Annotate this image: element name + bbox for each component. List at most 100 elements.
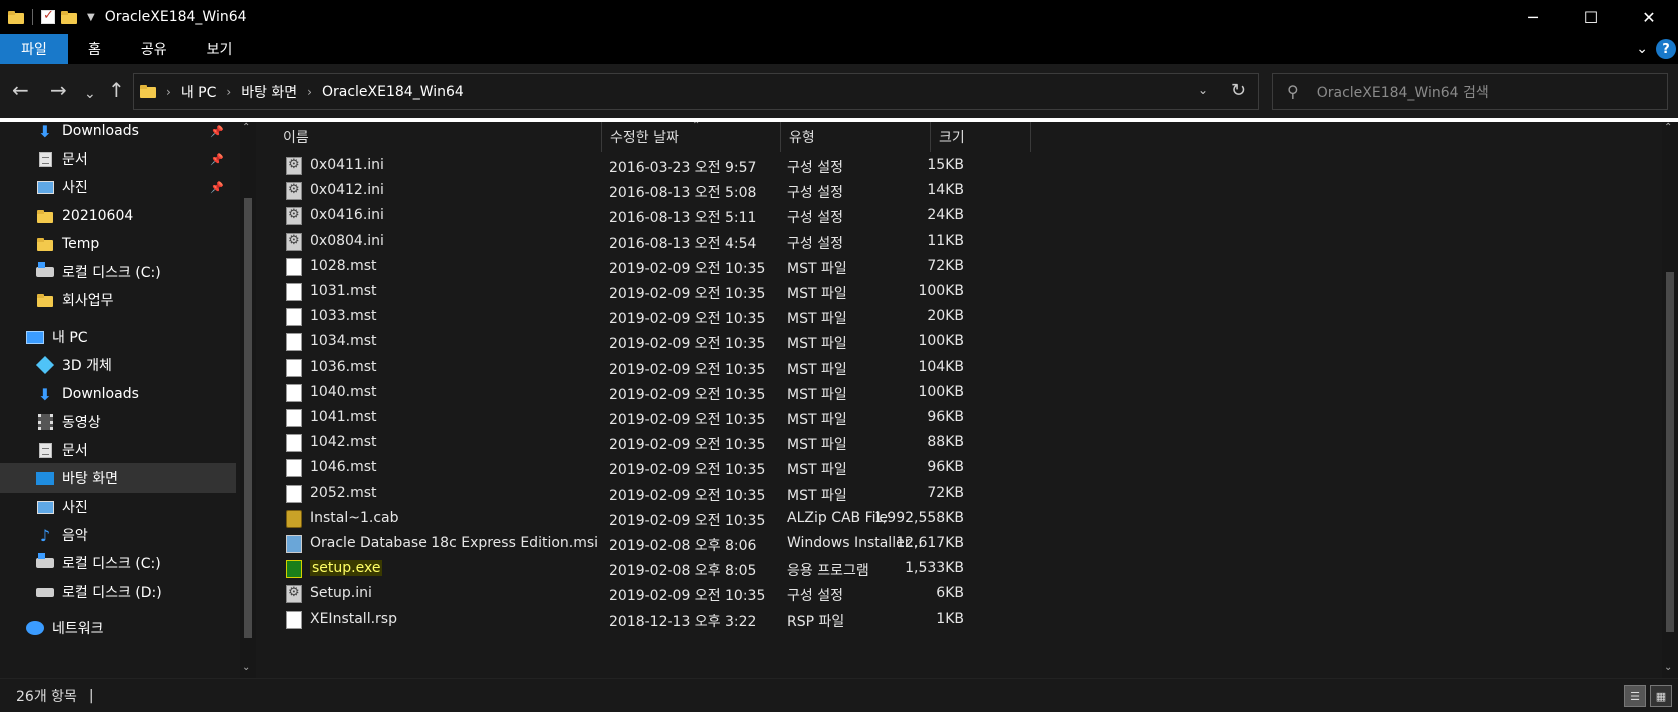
scroll-up-icon[interactable]: ⌃ [242, 122, 250, 133]
file-row[interactable]: 0x0416.ini 2016-08-13 오전 5:11 구성 설정 24KB [260, 203, 1662, 229]
nav-item-local-disk-c-quick[interactable]: 로컬 디스크 (C:) [0, 257, 236, 287]
file-row[interactable]: Setup.ini 2019-02-09 오전 10:35 구성 설정 6KB [260, 581, 1662, 607]
file-row[interactable]: 1028.mst 2019-02-09 오전 10:35 MST 파일 72KB [260, 254, 1662, 280]
file-row[interactable]: 1041.mst 2019-02-09 오전 10:35 MST 파일 96KB [260, 405, 1662, 431]
properties-icon[interactable] [41, 8, 55, 24]
nav-item-local-disk-d[interactable]: 로컬 디스크 (D:) [0, 577, 236, 607]
nav-item-label: Downloads [62, 123, 139, 139]
up-button[interactable]: ↑ [108, 80, 125, 100]
file-type: MST 파일 [787, 462, 847, 479]
file-date: 2019-02-09 오전 10:35 [609, 412, 766, 428]
file-name: Oracle Database 18c Express Edition.msi [310, 535, 599, 551]
column-header-date[interactable]: 수정한 날짜 [602, 122, 781, 152]
file-row[interactable]: 1042.mst 2019-02-09 오전 10:35 MST 파일 88KB [260, 430, 1662, 456]
music-icon: ♪ [39, 525, 51, 545]
file-row[interactable]: 1040.mst 2019-02-09 오전 10:35 MST 파일 100KB [260, 380, 1662, 406]
tab-file[interactable]: 파일 [0, 34, 68, 64]
chevron-down-icon[interactable]: ⌄ [1198, 83, 1208, 97]
tab-home[interactable]: 홈 [68, 34, 121, 64]
file-row[interactable]: 2052.mst 2019-02-09 오전 10:35 MST 파일 72KB [260, 481, 1662, 507]
large-icons-view-button[interactable]: ▦ [1650, 685, 1672, 707]
file-date: 2016-08-13 오전 5:11 [609, 210, 757, 227]
search-box[interactable]: ⚲ OracleXE184_Win64 검색 [1272, 73, 1668, 110]
nav-item-label: Downloads [62, 386, 139, 402]
close-button[interactable]: ✕ [1620, 0, 1678, 34]
chevron-right-icon[interactable]: › [166, 85, 171, 99]
file-row[interactable]: 1046.mst 2019-02-09 오전 10:35 MST 파일 96KB [260, 455, 1662, 481]
folder-icon [36, 292, 54, 308]
forward-button[interactable]: → [50, 80, 67, 100]
ini-file-icon [286, 232, 302, 251]
file-row[interactable]: Oracle Database 18c Express Edition.msi 2… [260, 531, 1662, 557]
file-row[interactable]: 1033.mst 2019-02-09 오전 10:35 MST 파일 20KB [260, 304, 1662, 330]
recent-locations-button[interactable]: ⌄ [84, 84, 96, 104]
file-row[interactable]: 0x0804.ini 2016-08-13 오전 4:54 구성 설정 11KB [260, 229, 1662, 255]
tab-view[interactable]: 보기 [187, 34, 253, 64]
window-title: OracleXE184_Win64 [104, 9, 247, 25]
pin-icon: 📌 [210, 152, 224, 166]
file-type: 구성 설정 [787, 160, 843, 176]
nav-item-network[interactable]: 네트워크 [0, 613, 236, 643]
file-row[interactable]: 0x0412.ini 2016-08-13 오전 5:08 구성 설정 14KB [260, 178, 1662, 204]
nav-item-pictures[interactable]: 사진 [0, 492, 236, 522]
minimize-button[interactable]: ─ [1504, 0, 1562, 34]
tab-share[interactable]: 공유 [121, 34, 187, 64]
help-icon[interactable]: ? [1656, 39, 1676, 59]
maximize-button[interactable]: ☐ [1562, 0, 1620, 34]
chevron-right-icon[interactable]: › [226, 85, 231, 99]
scroll-down-icon[interactable]: ⌄ [1664, 662, 1672, 673]
scrollbar-thumb[interactable] [244, 198, 252, 638]
back-button[interactable]: ← [12, 80, 29, 100]
nav-item-downloads[interactable]: ⬇ Downloads [0, 379, 236, 409]
nav-item-work[interactable]: 회사업무 [0, 285, 236, 315]
new-folder-icon[interactable] [61, 10, 77, 24]
breadcrumb-desktop[interactable]: 바탕 화면 [241, 82, 297, 102]
chevron-right-icon[interactable]: › [307, 85, 312, 99]
nav-item-20210604[interactable]: 20210604 [0, 201, 236, 231]
file-name: 1031.mst [310, 283, 377, 299]
file-date: 2019-02-09 오전 10:35 [609, 588, 766, 605]
breadcrumb-current-folder[interactable]: OracleXE184_Win64 [322, 84, 464, 100]
status-divider: | [88, 687, 94, 704]
file-row[interactable]: 1034.mst 2019-02-09 오전 10:35 MST 파일 100KB [260, 329, 1662, 355]
file-row[interactable]: 0x0411.ini 2016-03-23 오전 9:57 구성 설정 15KB [260, 153, 1662, 179]
file-date: 2019-02-08 오후 8:06 [609, 538, 757, 554]
file-row[interactable]: Instal~1.cab 2019-02-09 오전 10:35 ALZip CAB… [260, 506, 1662, 532]
nav-item-local-disk-c[interactable]: 로컬 디스크 (C:) [0, 548, 236, 578]
nav-item-videos[interactable]: 동영상 [0, 407, 236, 437]
nav-item-temp[interactable]: Temp [0, 229, 236, 259]
scroll-up-icon[interactable]: ⌃ [1664, 122, 1672, 133]
file-row[interactable]: 1036.mst 2019-02-09 오전 10:35 MST 파일 104KB [260, 355, 1662, 381]
nav-item-label: 내 PC [52, 330, 88, 346]
file-row[interactable]: setup.exe 2019-02-08 오후 8:05 응용 프로그램 1,533K… [260, 556, 1662, 582]
column-header-size[interactable]: 크기 [931, 122, 1031, 152]
search-input[interactable]: OracleXE184_Win64 검색 [1317, 82, 1489, 102]
nav-item-pictures-pinned[interactable]: 사진 📌 [0, 172, 236, 202]
breadcrumb-this-pc[interactable]: 내 PC [181, 82, 217, 102]
nav-item-3d-objects[interactable]: 3D 개체 [0, 350, 236, 380]
details-view-button[interactable]: ☰ [1624, 685, 1646, 707]
file-size: 100KB [918, 383, 964, 400]
nav-item-this-pc[interactable]: 내 PC [0, 322, 236, 352]
column-header-type[interactable]: 유형 [781, 122, 931, 152]
file-list-scrollbar[interactable]: ⌃ ⌄ [1662, 122, 1678, 678]
file-size: 100KB [918, 283, 964, 299]
nav-item-documents[interactable]: 문서 [0, 435, 236, 465]
address-bar[interactable]: › 내 PC › 바탕 화면 › OracleXE184_Win64 ⌄ ↻ [133, 73, 1259, 110]
column-header-name[interactable]: 이름 [275, 122, 602, 152]
nav-item-desktop[interactable]: 바탕 화면 [0, 463, 236, 493]
file-row[interactable]: 1031.mst 2019-02-09 오전 10:35 MST 파일 100KB [260, 279, 1662, 305]
scroll-down-icon[interactable]: ⌄ [242, 662, 250, 673]
nav-item-label: 문서 [62, 152, 88, 168]
nav-item-downloads-pinned[interactable]: ⬇ Downloads 📌 [0, 122, 236, 146]
file-row[interactable]: XEInstall.rsp 2018-12-13 오후 3:22 RSP 파일 1KB [260, 607, 1662, 633]
ribbon-expand-icon[interactable]: ⌄ [1636, 41, 1648, 57]
file-type: MST 파일 [787, 487, 847, 504]
refresh-icon[interactable]: ↻ [1231, 80, 1246, 101]
scrollbar-thumb[interactable] [1666, 272, 1674, 632]
desktop-icon [36, 470, 54, 486]
nav-scrollbar[interactable]: ⌃ ⌄ [240, 122, 256, 678]
nav-item-music[interactable]: ♪ 음악 [0, 520, 236, 550]
nav-item-documents-pinned[interactable]: 문서 📌 [0, 144, 236, 174]
customize-toolbar-icon[interactable]: ▼ [87, 12, 95, 23]
